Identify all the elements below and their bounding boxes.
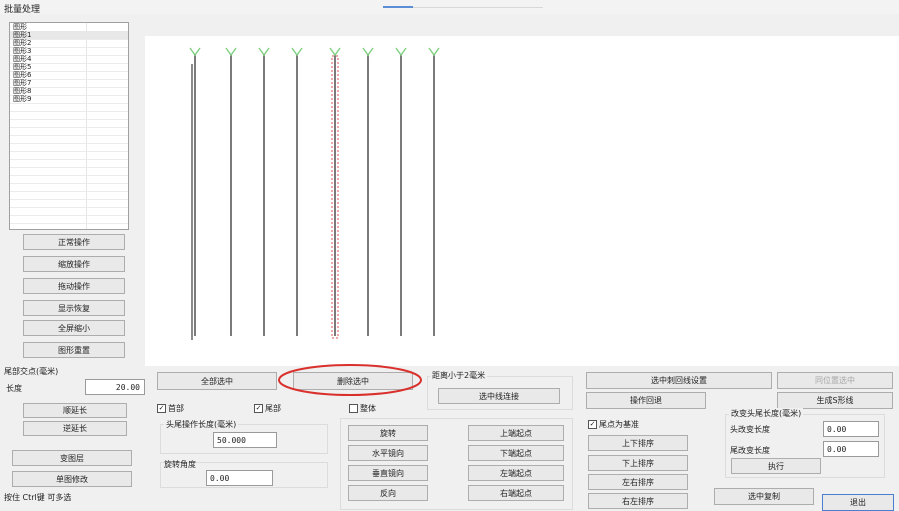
copy-selected-button[interactable]: 选中复制 (714, 488, 814, 505)
reverse-button[interactable]: 反向 (348, 485, 428, 501)
start-marker-icon (362, 47, 374, 57)
redraw-button[interactable]: 图形重置 (23, 342, 125, 358)
head-tail-length-input[interactable]: 50.000 (213, 432, 277, 448)
tail-base-checkbox[interactable]: ✓ 尾点为基准 (588, 419, 639, 430)
extend-reverse-button[interactable]: 逆延长 (23, 421, 127, 436)
distance-label: 距离小于2毫米 (430, 370, 488, 381)
head-label: 首部 (168, 404, 184, 413)
canvas-svg (189, 47, 440, 340)
sort-right-left-button[interactable]: 右左排序 (588, 493, 688, 509)
whole-label: 整体 (360, 404, 376, 413)
fullscreen-shrink-button[interactable]: 全屏缩小 (23, 320, 125, 336)
tail-check-box: ✓ (254, 404, 263, 413)
tail-change-label: 尾改变长度 (730, 446, 770, 455)
list-item-label: 图形3 (13, 47, 32, 55)
tail-checkbox[interactable]: ✓ 尾部 (254, 403, 281, 414)
list-item-label: 图形2 (13, 39, 32, 47)
head-checkbox[interactable]: ✓ 首部 (157, 403, 184, 414)
tab-indicator (383, 6, 413, 8)
tail-label: 尾部 (265, 404, 281, 413)
rotate-angle-input[interactable]: 0.00 (206, 470, 273, 486)
list-item[interactable] (10, 215, 128, 224)
vertical-mirror-button[interactable]: 垂直镜向 (348, 465, 428, 481)
start-marker-icon (258, 47, 270, 57)
window-title: 批量处理 (4, 5, 41, 15)
pan-mode-button[interactable]: 拖动操作 (23, 278, 125, 294)
right-start-button[interactable]: 右端起点 (468, 485, 564, 501)
shape-list[interactable]: 图形 图形1 图形2 图形3 图形4 图形5 图形6 图形7 图形8 图形9 (9, 22, 129, 230)
sort-down-up-button[interactable]: 下上排序 (588, 455, 688, 471)
restore-view-button[interactable]: 显示恢复 (23, 300, 125, 316)
sort-left-right-button[interactable]: 左右排序 (588, 474, 688, 490)
connect-selected-button[interactable]: 选中线连接 (438, 388, 560, 404)
extend-forward-button[interactable]: 顺延长 (23, 403, 127, 418)
left-start-button[interactable]: 左端起点 (468, 465, 564, 481)
change-length-header: 改变头尾长度(毫米) (729, 408, 804, 419)
list-item-label: 图形7 (13, 79, 32, 87)
rotate-angle-label: 旋转角度 (164, 460, 196, 469)
tab-divider (413, 7, 543, 8)
drawing-canvas[interactable] (145, 36, 899, 366)
start-marker-icon (291, 47, 303, 57)
bottom-start-button[interactable]: 下端起点 (468, 445, 564, 461)
list-item-label: 图形4 (13, 55, 32, 63)
list-item-label: 图形8 (13, 87, 32, 95)
head-change-label: 头改变长度 (730, 425, 770, 434)
normal-mode-button[interactable]: 正常操作 (23, 234, 125, 250)
horizontal-mirror-button[interactable]: 水平镜向 (348, 445, 428, 461)
list-item-label: 图形1 (13, 31, 32, 39)
highlight-circle (278, 364, 422, 396)
position-select-button[interactable]: 同位置选中 (777, 372, 893, 389)
start-marker-icon (225, 47, 237, 57)
sort-up-down-button[interactable]: 上下排序 (588, 435, 688, 451)
rotate-button[interactable]: 旋转 (348, 425, 428, 441)
zoom-mode-button[interactable]: 缩放操作 (23, 256, 125, 272)
whole-checkbox[interactable]: 整体 (349, 403, 376, 414)
select-all-button[interactable]: 全部选中 (157, 372, 277, 390)
list-item-label: 图形5 (13, 63, 32, 71)
list-item-label: 图形6 (13, 71, 32, 79)
start-marker-icon (428, 47, 440, 57)
length-label: 长度 (6, 384, 22, 393)
exit-button[interactable]: 退出 (822, 494, 894, 511)
tail-change-input[interactable]: 0.00 (823, 441, 879, 457)
head-change-input[interactable]: 0.00 (823, 421, 879, 437)
head-tail-length-label: 头尾操作长度(毫米) (164, 419, 239, 430)
top-start-button[interactable]: 上端起点 (468, 425, 564, 441)
execute-button[interactable]: 执行 (731, 458, 821, 474)
whole-check-box (349, 404, 358, 413)
head-check-box: ✓ (157, 404, 166, 413)
start-marker-icon (395, 47, 407, 57)
undo-button[interactable]: 操作回退 (586, 392, 706, 409)
tail-point-header: 尾部交点(毫米) (4, 367, 59, 376)
loop-setting-button[interactable]: 选中刺回线设置 (586, 372, 772, 389)
generate-loop-button[interactable]: 生成S形线 (777, 392, 893, 409)
length-input[interactable]: 20.00 (85, 379, 145, 395)
list-item-label: 图形 (13, 23, 27, 31)
tail-base-check-box: ✓ (588, 420, 597, 429)
start-marker-icon (189, 47, 201, 57)
list-item-label: 图形9 (13, 95, 32, 103)
tail-base-label: 尾点为基准 (599, 420, 639, 429)
change-layer-button[interactable]: 变图层 (12, 450, 132, 466)
single-edit-button[interactable]: 单图修改 (12, 471, 132, 487)
start-marker-icon (329, 47, 341, 57)
status-hint: 按住 Ctrl键 可多选 (4, 493, 72, 502)
